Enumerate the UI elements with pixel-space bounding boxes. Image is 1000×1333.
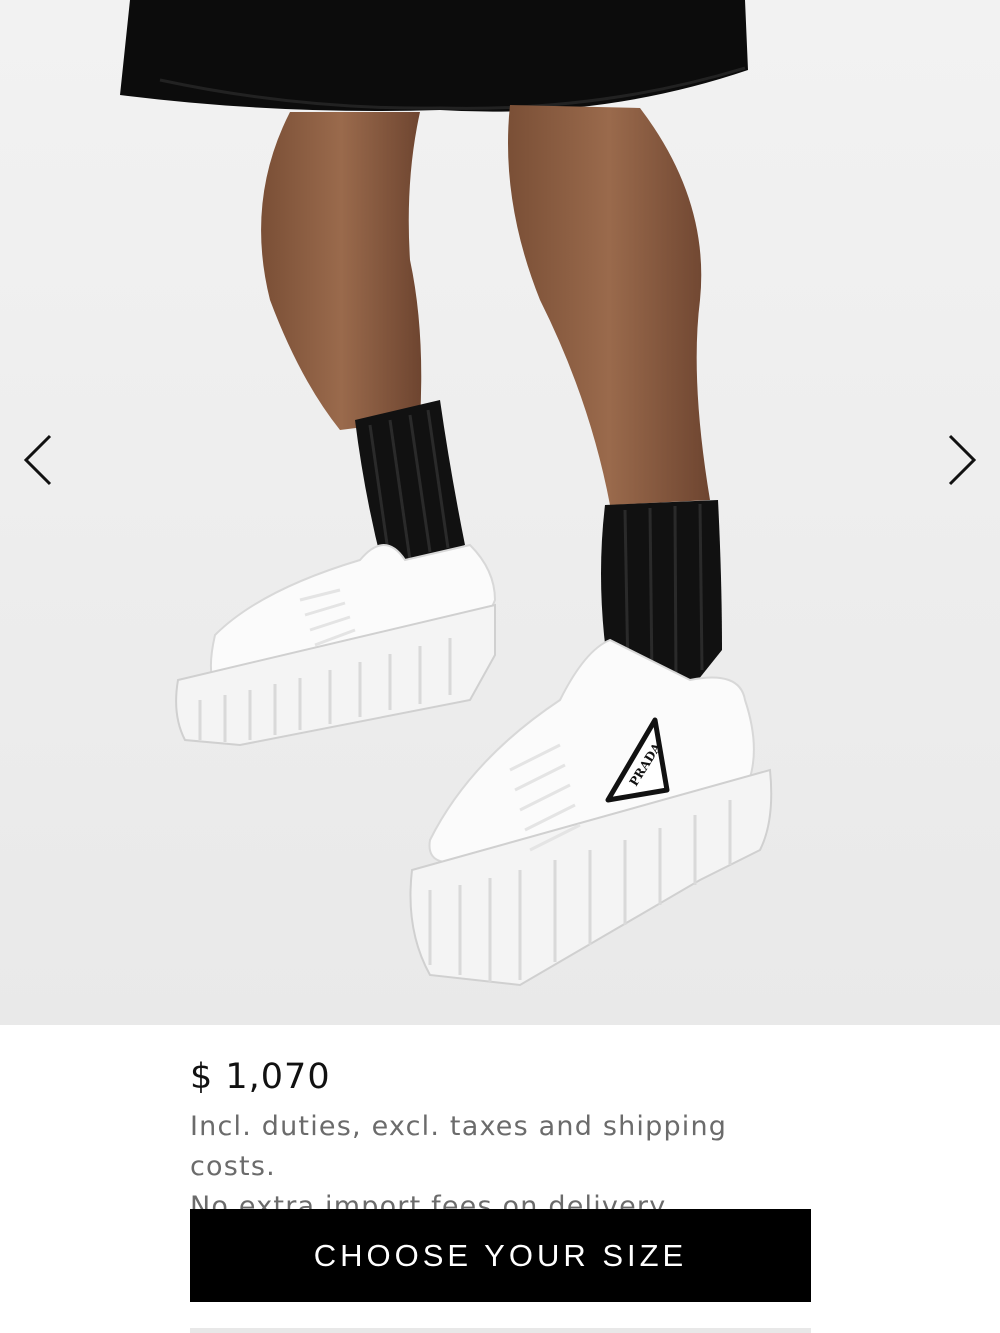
next-image-button[interactable] <box>934 430 990 490</box>
chevron-left-icon <box>23 434 52 486</box>
product-info: $ 1,070 Incl. duties, excl. taxes and sh… <box>190 1025 810 1227</box>
chevron-right-icon <box>948 434 977 486</box>
product-page: PRADA $ 1,070 Incl. duties, excl. taxes … <box>0 0 1000 1333</box>
product-photo: PRADA <box>0 0 1000 1025</box>
choose-size-button[interactable]: CHOOSE YOUR SIZE <box>190 1209 811 1302</box>
product-image-gallery[interactable]: PRADA <box>0 0 1000 1025</box>
divider <box>190 1328 811 1333</box>
product-price: $ 1,070 <box>190 1057 331 1097</box>
previous-image-button[interactable] <box>10 430 66 490</box>
price-note-line-1: Incl. duties, excl. taxes and shipping c… <box>190 1111 728 1182</box>
